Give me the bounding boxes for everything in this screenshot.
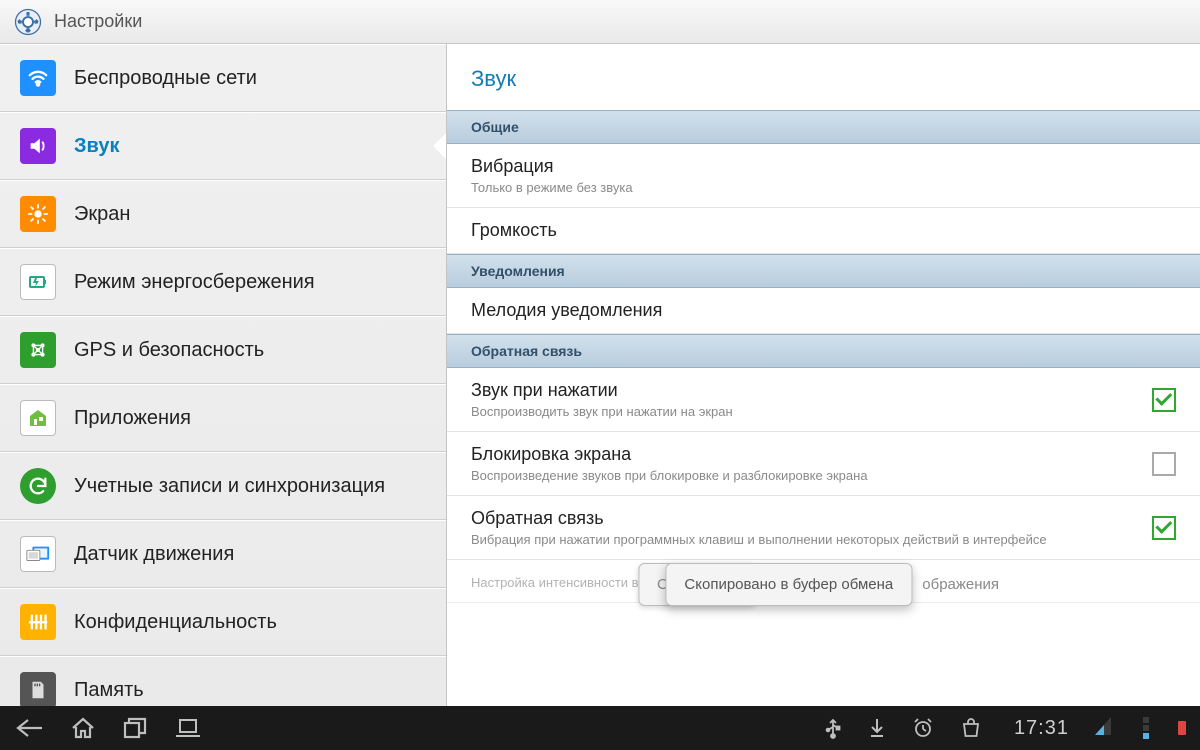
app-header: Настройки (0, 0, 1200, 44)
motion-icon (20, 536, 56, 572)
section-general: Общие (447, 110, 1200, 144)
sidebar-item-label: GPS и безопасность (74, 339, 264, 362)
row-label: Мелодия уведомления (471, 300, 1176, 321)
sidebar-item-label: Режим энергосбережения (74, 271, 315, 294)
back-icon[interactable] (14, 716, 44, 740)
battery-icon (20, 264, 56, 300)
sound-icon (20, 128, 56, 164)
sidebar-item-label: Экран (74, 203, 130, 226)
download-icon[interactable] (868, 717, 886, 739)
row-label: Вибрация (471, 156, 1176, 177)
sidebar-item-label: Звук (74, 135, 119, 158)
sidebar-item-power[interactable]: Режим энергосбережения (0, 248, 446, 316)
apps-icon (20, 400, 56, 436)
wifi-icon (20, 60, 56, 96)
row-sublabel: Только в режиме без звука (471, 180, 1176, 195)
sidebar-item-apps[interactable]: Приложения (0, 384, 446, 452)
sync-icon (20, 468, 56, 504)
screenshot-icon[interactable] (174, 716, 202, 740)
row-label: Громкость (471, 220, 1176, 241)
row-touch-sound[interactable]: Звук при нажатии Воспроизводить звук при… (447, 368, 1200, 432)
row-label: Обратная связь (471, 508, 1152, 529)
settings-sidebar: Беспроводные сети Звук Экран Режим энерг… (0, 44, 447, 706)
market-icon[interactable] (960, 717, 982, 739)
row-volume[interactable]: Громкость (447, 208, 1200, 254)
row-vibration[interactable]: Вибрация Только в режиме без звука (447, 144, 1200, 208)
panel-title: Звук (447, 44, 1200, 110)
status-clock: 17:31 (1014, 717, 1069, 740)
sidebar-item-label: Учетные записи и синхронизация (74, 475, 385, 498)
section-notifications: Уведомления (447, 254, 1200, 288)
sidebar-item-label: Память (74, 679, 144, 702)
recent-apps-icon[interactable] (122, 716, 148, 740)
settings-gear-icon (12, 6, 44, 38)
row-haptic[interactable]: Обратная связь Вибрация при нажатии прог… (447, 496, 1200, 560)
sidebar-item-label: Конфиденциальность (74, 611, 277, 634)
checkbox-haptic[interactable] (1152, 516, 1176, 540)
sidebar-item-gps[interactable]: GPS и безопасность (0, 316, 446, 384)
alarm-icon[interactable] (912, 717, 934, 739)
sidebar-item-motion[interactable]: Датчик движения (0, 520, 446, 588)
app-title: Настройки (54, 11, 142, 32)
sdcard-icon (20, 672, 56, 706)
toast-clipboard: Скопировано в буфер обмена (665, 563, 912, 606)
sidebar-item-wireless[interactable]: Беспроводные сети (0, 44, 446, 112)
row-label: Блокировка экрана (471, 444, 1152, 465)
sidebar-item-sound[interactable]: Звук (0, 112, 446, 180)
row-sublabel: Воспроизведение звуков при блокировке и … (471, 468, 1152, 483)
row-sublabel: Вибрация при нажатии программных клавиш … (471, 532, 1152, 547)
sidebar-item-label: Приложения (74, 407, 191, 430)
sidebar-item-accounts[interactable]: Учетные записи и синхронизация (0, 452, 446, 520)
sidebar-item-privacy[interactable]: Конфиденциальность (0, 588, 446, 656)
system-navbar: 17:31 (0, 706, 1200, 750)
status-charging-icon (1178, 721, 1186, 735)
brightness-icon (20, 196, 56, 232)
gps-icon (20, 332, 56, 368)
row-sublabel: Воспроизводить звук при нажатии на экран (471, 404, 1152, 419)
sidebar-item-memory[interactable]: Память (0, 656, 446, 706)
usb-icon[interactable] (824, 717, 842, 739)
checkbox-touch-sound[interactable] (1152, 388, 1176, 412)
sidebar-item-label: Датчик движения (74, 543, 234, 566)
status-signal-icon (1095, 717, 1111, 740)
checkbox-lock-sound[interactable] (1152, 452, 1176, 476)
status-battery-icon (1143, 717, 1149, 739)
privacy-icon (20, 604, 56, 640)
section-feedback: Обратная связь (447, 334, 1200, 368)
sidebar-item-label: Беспроводные сети (74, 67, 257, 90)
toast-overlay: Снимок экр Скопировано в буфер обмена об… (638, 563, 1009, 606)
toast-screenshot-tail: ображения (912, 564, 1009, 605)
home-icon[interactable] (70, 716, 96, 740)
row-notification-melody[interactable]: Мелодия уведомления (447, 288, 1200, 334)
settings-content: Звук Общие Вибрация Только в режиме без … (447, 44, 1200, 706)
row-label: Звук при нажатии (471, 380, 1152, 401)
row-lock-sound[interactable]: Блокировка экрана Воспроизведение звуков… (447, 432, 1200, 496)
sidebar-item-display[interactable]: Экран (0, 180, 446, 248)
